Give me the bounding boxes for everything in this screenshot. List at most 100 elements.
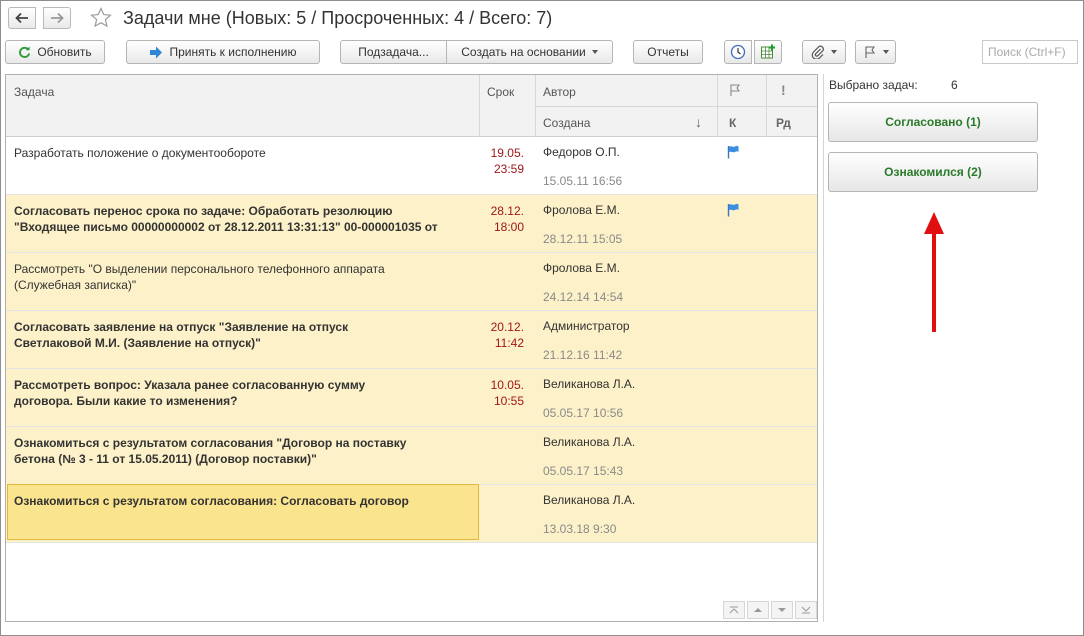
table-header: Задача Срок Автор Создана ↓ ! К Рд xyxy=(6,75,817,137)
col-task-header[interactable]: Задача xyxy=(14,85,54,99)
paperclip-icon xyxy=(811,45,824,59)
author-cell: Великанова Л.А. xyxy=(543,377,636,391)
chevron-down-icon xyxy=(591,50,598,54)
favorite-star-icon[interactable] xyxy=(89,6,113,30)
due-cell: 28.12. 18:00 xyxy=(490,204,524,234)
col-due-header[interactable]: Срок xyxy=(487,85,514,99)
table-row[interactable]: Согласовать перенос срока по задаче: Обр… xyxy=(6,195,817,253)
sort-down-icon: ↓ xyxy=(695,114,702,130)
back-button[interactable] xyxy=(8,7,36,29)
due-cell: 20.12. 11:42 xyxy=(490,320,524,350)
task-text-line: бетона (№ 3 - 11 от 15.05.2011) (Договор… xyxy=(14,452,317,466)
task-text-line: Согласовать заявление на отпуск "Заявлен… xyxy=(14,320,349,334)
column-divider xyxy=(479,75,480,137)
task-cell: Ознакомиться с результатом согласования:… xyxy=(14,493,474,509)
accept-button[interactable]: Принять к исполнению xyxy=(126,40,320,64)
created-cell: 15.05.11 16:56 xyxy=(543,174,623,188)
create-based-label: Создать на основании xyxy=(461,45,586,59)
importance-column-icon[interactable]: ! xyxy=(781,82,786,98)
acknowledged-button[interactable]: Ознакомился (2) xyxy=(828,152,1038,192)
create-based-on-dropdown[interactable]: Создать на основании xyxy=(446,40,613,64)
panel-divider xyxy=(823,74,824,622)
author-cell: Фролова Е.М. xyxy=(543,203,620,217)
page-title: Задачи мне (Новых: 5 / Просроченных: 4 /… xyxy=(123,8,553,28)
subtask-button[interactable]: Подзадача... xyxy=(340,40,447,64)
task-text-line: договора. Были какие то изменения? xyxy=(14,394,238,408)
due-cell: 10.05. 10:55 xyxy=(490,378,524,408)
tasks-table: Задача Срок Автор Создана ↓ ! К Рд Разра… xyxy=(5,74,818,622)
arrow-right-icon xyxy=(51,12,64,24)
table-row[interactable]: Рассмотреть вопрос: Указала ранее соглас… xyxy=(6,369,817,427)
add-spreadsheet-icon xyxy=(761,44,775,59)
task-cell: Согласовать перенос срока по задаче: Обр… xyxy=(14,203,474,235)
task-text-line: Разработать положение о документообороте xyxy=(14,146,266,160)
scroll-first-button[interactable] xyxy=(723,601,745,619)
author-cell: Администратор xyxy=(543,319,630,333)
task-text-line: "Входящее письмо 00000000002 от 28.12.20… xyxy=(14,220,438,234)
flag-dropdown[interactable] xyxy=(855,40,896,64)
flag-outline-icon xyxy=(864,46,875,58)
accept-arrow-icon xyxy=(149,46,163,59)
forward-button[interactable] xyxy=(43,7,71,29)
task-text-line: Светлаковой М.И. (Заявление на отпуск)" xyxy=(14,336,261,350)
scroll-bottom-icon xyxy=(801,606,811,614)
task-cell: Рассмотреть "О выделении персонального т… xyxy=(14,261,474,293)
add-sheet-button[interactable] xyxy=(754,40,782,64)
subtask-label: Подзадача... xyxy=(358,45,429,59)
table-row[interactable]: Разработать положение о документообороте… xyxy=(6,137,817,195)
col-created-header[interactable]: Создана xyxy=(543,116,590,130)
due-cell: 19.05. 23:59 xyxy=(490,146,524,176)
selected-tasks-label: Выбрано задач: xyxy=(829,78,918,92)
task-cell: Рассмотреть вопрос: Указала ранее соглас… xyxy=(14,377,474,409)
task-cell: Ознакомиться с результатом согласования … xyxy=(14,435,474,467)
attachment-dropdown[interactable] xyxy=(802,40,846,64)
scroll-down-button[interactable] xyxy=(771,601,793,619)
task-text-line: Рассмотреть "О выделении персонального т… xyxy=(14,262,385,276)
chevron-down-icon xyxy=(882,50,889,54)
scroll-last-button[interactable] xyxy=(795,601,817,619)
blue-flag-icon[interactable] xyxy=(726,203,740,217)
clock-button[interactable] xyxy=(724,40,752,64)
search-input[interactable]: Поиск (Ctrl+F) xyxy=(982,40,1078,64)
table-row[interactable]: Рассмотреть "О выделении персонального т… xyxy=(6,253,817,311)
created-cell: 13.03.18 9:30 xyxy=(543,522,617,536)
author-cell: Федоров О.П. xyxy=(543,145,620,159)
reports-label: Отчеты xyxy=(647,45,689,59)
header-subdivider xyxy=(536,106,817,107)
task-text-line: Ознакомиться с результатом согласования:… xyxy=(14,494,409,508)
created-cell: 28.12.11 15:05 xyxy=(543,232,623,246)
refresh-label: Обновить xyxy=(37,45,92,59)
accept-label: Принять к исполнению xyxy=(169,45,297,59)
table-row[interactable]: Ознакомиться с результатом согласования:… xyxy=(6,484,817,543)
col-author-header[interactable]: Автор xyxy=(543,85,576,99)
chevron-down-icon xyxy=(831,50,837,54)
scroll-up-icon xyxy=(754,608,762,612)
created-cell: 05.05.17 15:43 xyxy=(543,464,624,478)
scroll-top-icon xyxy=(729,606,739,614)
col-rd-header[interactable]: Рд xyxy=(776,116,791,130)
col-k-header[interactable]: К xyxy=(729,116,736,130)
author-cell: Великанова Л.А. xyxy=(543,493,636,507)
refresh-button[interactable]: Обновить xyxy=(5,40,105,64)
approved-button[interactable]: Согласовано (1) xyxy=(828,102,1038,142)
task-text-line: Ознакомиться с результатом согласования … xyxy=(14,436,407,450)
flag-column-icon[interactable] xyxy=(728,83,742,100)
task-cell: Согласовать заявление на отпуск "Заявлен… xyxy=(14,319,474,351)
created-cell: 24.12.14 14:54 xyxy=(543,290,624,304)
created-cell: 21.12.16 11:42 xyxy=(543,348,623,362)
reports-button[interactable]: Отчеты xyxy=(633,40,703,64)
table-row[interactable]: Согласовать заявление на отпуск "Заявлен… xyxy=(6,311,817,369)
author-cell: Фролова Е.М. xyxy=(543,261,620,275)
created-cell: 05.05.17 10:56 xyxy=(543,406,624,420)
task-text-line: (Служебная записка)" xyxy=(14,278,137,292)
author-cell: Великанова Л.А. xyxy=(543,435,636,449)
blue-flag-icon[interactable] xyxy=(726,145,740,159)
red-arrow-annotation xyxy=(924,212,944,332)
selected-tasks-count: 6 xyxy=(951,78,958,92)
scroll-up-button[interactable] xyxy=(747,601,769,619)
clock-icon xyxy=(730,44,746,60)
task-cell: Разработать положение о документообороте xyxy=(14,145,474,161)
arrow-left-icon xyxy=(15,12,28,24)
table-row[interactable]: Ознакомиться с результатом согласования … xyxy=(6,427,817,485)
task-text-line: Согласовать перенос срока по задаче: Обр… xyxy=(14,204,393,218)
